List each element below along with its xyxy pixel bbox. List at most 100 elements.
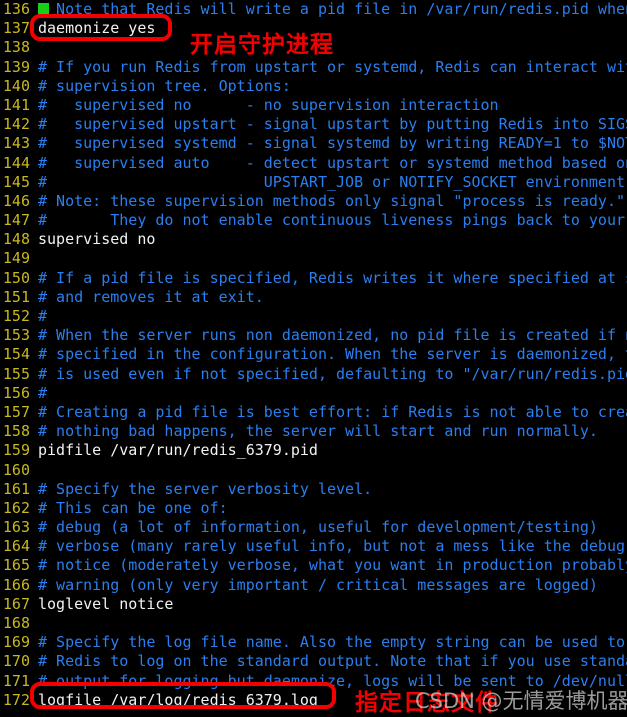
code-line[interactable]: 144 # supervised auto - detect upstart or… [0,154,627,173]
code-text: # Specify the server verbosity level. [38,479,373,498]
code-text: # If you run Redis from upstart or syste… [38,57,627,76]
code-line[interactable]: 140 # supervision tree. Options: [0,77,627,96]
code-text: # is used even if not specified, default… [38,364,627,383]
line-number: 165 [2,556,30,575]
line-number: 159 [2,441,30,460]
code-text: # supervised no - no supervision interac… [38,95,499,114]
line-number: 156 [2,383,30,402]
annotation-label-daemonize: 开启守护进程 [190,32,334,58]
code-line[interactable]: 170 # Redis to log on the standard output… [0,652,627,671]
line-number: 149 [2,249,30,268]
line-number: 145 [2,172,30,191]
code-text: # Note: these supervision methods only s… [38,191,625,210]
code-text: # If a pid file is specified, Redis writ… [38,268,627,287]
code-text: # supervision tree. Options: [38,76,291,95]
code-text: pidfile /var/run/redis_6379.pid [38,441,318,460]
line-number: 157 [2,402,30,421]
code-line[interactable]: 156 # [0,384,627,403]
code-line[interactable]: 162 # This can be one of: [0,499,627,518]
line-number: 139 [2,57,30,76]
code-text: # supervised upstart - signal upstart by… [38,115,627,134]
code-text: # output for logging but daemonize, logs… [38,671,627,690]
code-line[interactable]: 172 logfile /var/log/redis_6379.log [0,691,627,710]
code-text: supervised no [38,230,156,249]
code-line[interactable]: 157 # Creating a pid file is best effort:… [0,403,627,422]
code-text: # specified in the configuration. When t… [38,345,627,364]
annotation-label-logfile: 指定日志文件 [355,690,499,716]
text-cursor [38,3,49,17]
line-number: 146 [2,191,30,210]
code-line[interactable]: 163 # debug (a lot of information, useful… [0,518,627,537]
code-text: # and removes it at exit. [38,287,264,306]
line-number: 158 [2,422,30,441]
line-number: 170 [2,652,30,671]
code-line[interactable]: 145 # UPSTART_JOB or NOTIFY_SOCKET enviro… [0,173,627,192]
code-line[interactable]: 139 # If you run Redis from upstart or sy… [0,58,627,77]
line-number: 168 [2,614,30,632]
code-line[interactable]: 148 supervised no [0,230,627,249]
code-line[interactable]: 164 # verbose (many rarely useful info, b… [0,537,627,556]
code-line[interactable]: 143 # supervised systemd - signal systemd… [0,134,627,153]
code-line[interactable]: 167 loglevel notice [0,595,627,614]
code-text: # Redis to log on the standard output. N… [38,652,627,671]
line-number: 161 [2,479,30,498]
line-number: 140 [2,76,30,95]
code-lines: 136 # Note that Redis will write a pid fi… [0,0,627,711]
line-number: 164 [2,537,30,556]
code-text: # supervised systemd - signal systemd by… [38,134,627,153]
code-text: # Specify the log file name. Also the em… [38,633,625,652]
line-number: 136 [2,0,30,18]
code-line[interactable]: 150 # If a pid file is specified, Redis w… [0,269,627,288]
line-number: 171 [2,671,30,690]
line-number: 163 [2,518,30,537]
config-file-editor[interactable]: 136 # Note that Redis will write a pid fi… [0,0,627,711]
code-line[interactable]: 149 [0,249,627,268]
code-line[interactable]: 154 # specified in the configuration. Whe… [0,345,627,364]
line-number: 151 [2,287,30,306]
code-line[interactable]: 160 [0,461,627,480]
line-number: 167 [2,594,30,613]
code-line[interactable]: 161 # Specify the server verbosity level. [0,480,627,499]
line-number: 147 [2,211,30,230]
line-number: 144 [2,153,30,172]
code-text: # debug (a lot of information, useful fo… [38,518,598,537]
code-line[interactable]: 151 # and removes it at exit. [0,288,627,307]
code-text: logfile /var/log/redis_6379.log [38,690,318,709]
code-line[interactable]: 142 # supervised upstart - signal upstart… [0,115,627,134]
code-text: # warning (only very important / critica… [38,575,598,594]
line-number: 155 [2,364,30,383]
code-line[interactable]: 165 # notice (moderately verbose, what yo… [0,556,627,575]
line-number: 137 [2,19,30,38]
code-text: # Note that Redis will write a pid file … [38,0,627,18]
code-text: # supervised auto - detect upstart or sy… [38,153,627,172]
line-number: 143 [2,134,30,153]
code-line[interactable]: 158 # nothing bad happens, the server wil… [0,422,627,441]
line-number: 166 [2,575,30,594]
line-number: 153 [2,326,30,345]
code-line[interactable]: 147 # They do not enable continuous liven… [0,211,627,230]
code-line[interactable]: 136 # Note that Redis will write a pid fi… [0,0,627,19]
line-number: 154 [2,345,30,364]
code-text: daemonize yes [38,19,156,38]
line-number: 138 [2,38,30,57]
line-number: 162 [2,498,30,517]
code-text: # notice (moderately verbose, what you w… [38,556,627,575]
code-line[interactable]: 141 # supervised no - no supervision inte… [0,96,627,115]
code-line[interactable]: 171 # output for logging but daemonize, l… [0,672,627,691]
line-number: 148 [2,230,30,249]
code-line[interactable]: 152 # [0,307,627,326]
code-text: # Creating a pid file is best effort: if… [38,402,627,421]
code-text: loglevel notice [38,594,174,613]
code-line[interactable]: 169 # Specify the log file name. Also the… [0,633,627,652]
code-line[interactable]: 168 [0,614,627,633]
code-text: # nothing bad happens, the server will s… [38,422,598,441]
code-text: # [38,307,48,325]
code-line[interactable]: 159 pidfile /var/run/redis_6379.pid [0,441,627,460]
code-line[interactable]: 166 # warning (only very important / crit… [0,576,627,595]
code-line[interactable]: 155 # is used even if not specified, defa… [0,365,627,384]
line-number: 141 [2,95,30,114]
code-line[interactable]: 146 # Note: these supervision methods onl… [0,192,627,211]
code-line[interactable]: 153 # When the server runs non daemonized… [0,326,627,345]
code-text: # [38,383,48,402]
code-text: # This can be one of: [38,498,228,517]
